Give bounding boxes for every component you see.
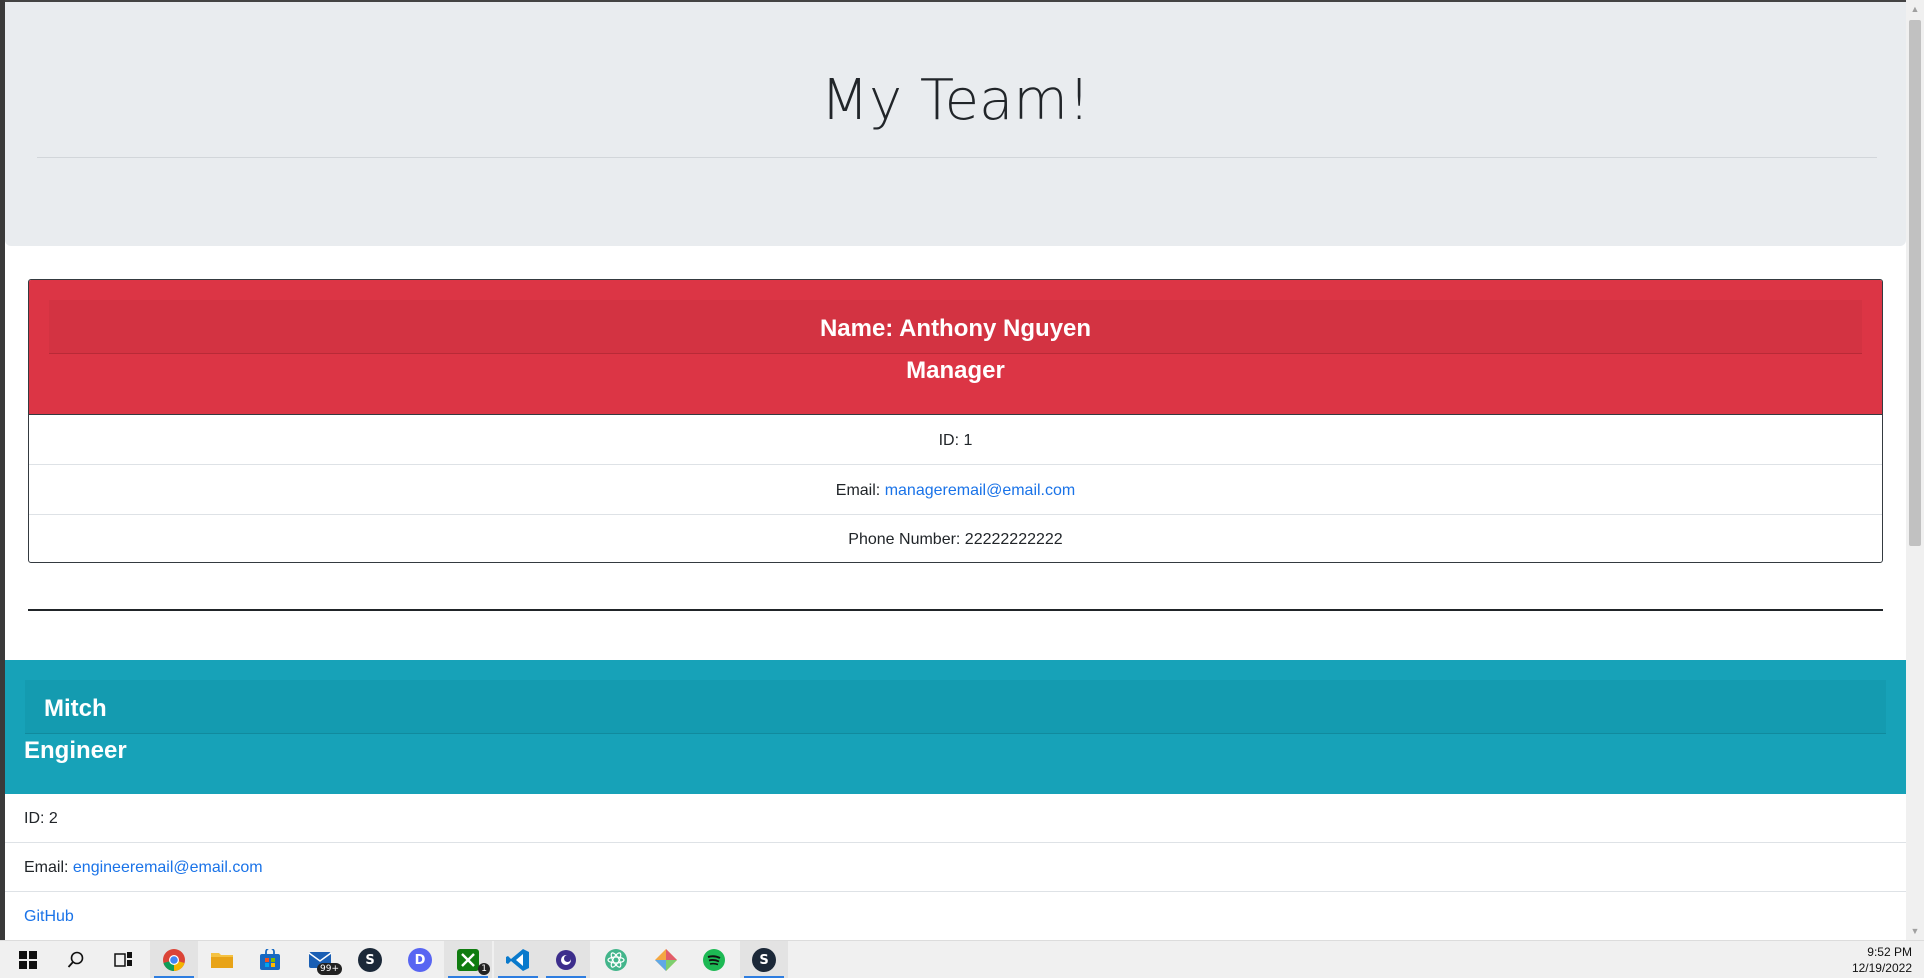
manager-name: Name: Anthony Nguyen <box>819 315 1092 342</box>
chrome-icon[interactable] <box>150 941 198 978</box>
xbox-badge: 1 <box>478 963 490 975</box>
manager-email-label: Email: <box>835 482 885 499</box>
windows-taskbar: 99+ S D 1 S 9:52 PM 12/19/2022 <box>0 940 1924 978</box>
engineer-email-row: Email: engineeremail@email.com <box>5 843 1906 892</box>
microsoft-store-icon[interactable] <box>246 941 294 978</box>
page-title: My Team! <box>820 68 1091 133</box>
task-view-icon[interactable] <box>100 941 148 978</box>
steam-icon[interactable]: S <box>346 941 394 978</box>
discord-icon[interactable]: D <box>396 941 444 978</box>
engineer-card-header: Mitch Engineer <box>5 660 1906 794</box>
engineer-card: Mitch Engineer ID: 2 Email: engineeremai… <box>5 660 1906 940</box>
header-divider <box>37 157 1877 158</box>
engineer-role: Engineer <box>24 737 127 764</box>
mail-icon[interactable]: 99+ <box>296 941 344 978</box>
scroll-down-arrow-icon[interactable]: ▼ <box>1906 922 1924 940</box>
browser-viewport: My Team! Name: Anthony Nguyen Manager ID… <box>0 0 1924 940</box>
scroll-up-arrow-icon[interactable]: ▲ <box>1906 0 1924 18</box>
engineer-id: ID: 2 <box>5 794 1906 843</box>
page-scrollbar[interactable]: ▲ ▼ <box>1906 0 1924 940</box>
windows-start-icon[interactable] <box>4 941 52 978</box>
system-clock[interactable]: 9:52 PM 12/19/2022 <box>1852 944 1912 976</box>
search-icon[interactable] <box>52 941 100 978</box>
file-explorer-icon[interactable] <box>198 941 246 978</box>
kite-icon[interactable] <box>642 941 690 978</box>
atom-icon[interactable] <box>592 941 640 978</box>
manager-role: Manager <box>906 357 1005 384</box>
manager-email-row: Email: manageremail@email.com <box>29 466 1882 515</box>
scrollbar-thumb[interactable] <box>1909 20 1921 546</box>
engineer-name: Mitch <box>44 695 107 722</box>
engineer-name-band <box>25 680 1886 734</box>
clock-date: 12/19/2022 <box>1851 961 1912 975</box>
section-divider <box>28 609 1883 611</box>
engineer-email-label: Email: <box>24 859 73 876</box>
browser-icon[interactable] <box>542 941 590 978</box>
vscode-icon[interactable] <box>494 941 542 978</box>
mail-badge: 99+ <box>317 963 342 975</box>
engineer-email-link[interactable]: engineeremail@email.com <box>73 859 263 876</box>
manager-phone: Phone Number: 22222222222 <box>848 531 1063 548</box>
engineer-github-row: GitHub <box>5 892 1906 940</box>
clock-time: 9:52 PM <box>1867 945 1912 959</box>
manager-card: Name: Anthony Nguyen Manager ID: 1 Email… <box>28 279 1883 563</box>
steam-icon[interactable]: S <box>740 941 788 978</box>
manager-card-header: Name: Anthony Nguyen Manager <box>29 280 1882 415</box>
spotify-icon[interactable] <box>690 941 738 978</box>
xbox-icon[interactable]: 1 <box>444 941 492 978</box>
page-header: My Team! <box>5 2 1906 246</box>
manager-email-link[interactable]: manageremail@email.com <box>885 482 1076 499</box>
manager-id: ID: 1 <box>29 416 1882 465</box>
engineer-github-link[interactable]: GitHub <box>24 908 74 925</box>
